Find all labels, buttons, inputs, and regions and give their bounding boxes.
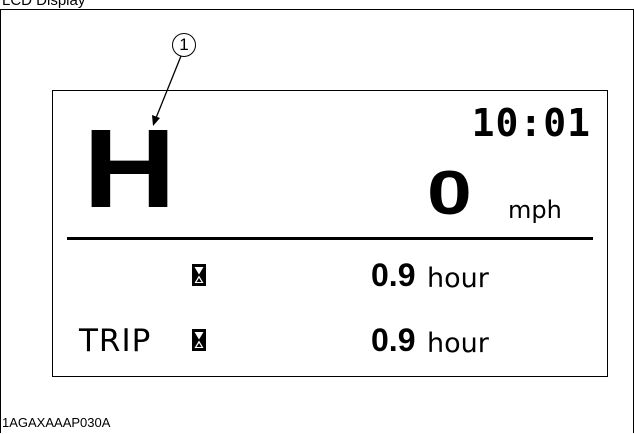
lcd-display: H 10:01 0 mph 0.9 hour TRIP 0.9 hour <box>52 90 608 377</box>
hour-meter-unit: hour <box>427 263 489 294</box>
trip-hourglass-icon <box>192 329 206 351</box>
gear-indicator: H <box>83 106 177 231</box>
figure-id: 1AGAXAAAP030A <box>2 415 111 430</box>
clock-display: 10:01 <box>471 101 591 145</box>
hourglass-icon <box>192 264 206 286</box>
speed-value: 0 <box>427 159 472 228</box>
trip-label: TRIP <box>79 323 152 359</box>
speed-unit: mph <box>508 196 562 224</box>
hour-meter-value: 0.9 <box>371 257 416 293</box>
display-divider <box>67 237 593 240</box>
trip-meter-unit: hour <box>427 328 489 359</box>
header-text: LCD Display <box>2 0 86 9</box>
trip-meter-value: 0.9 <box>371 322 416 358</box>
callout-number: 1 <box>172 33 196 57</box>
